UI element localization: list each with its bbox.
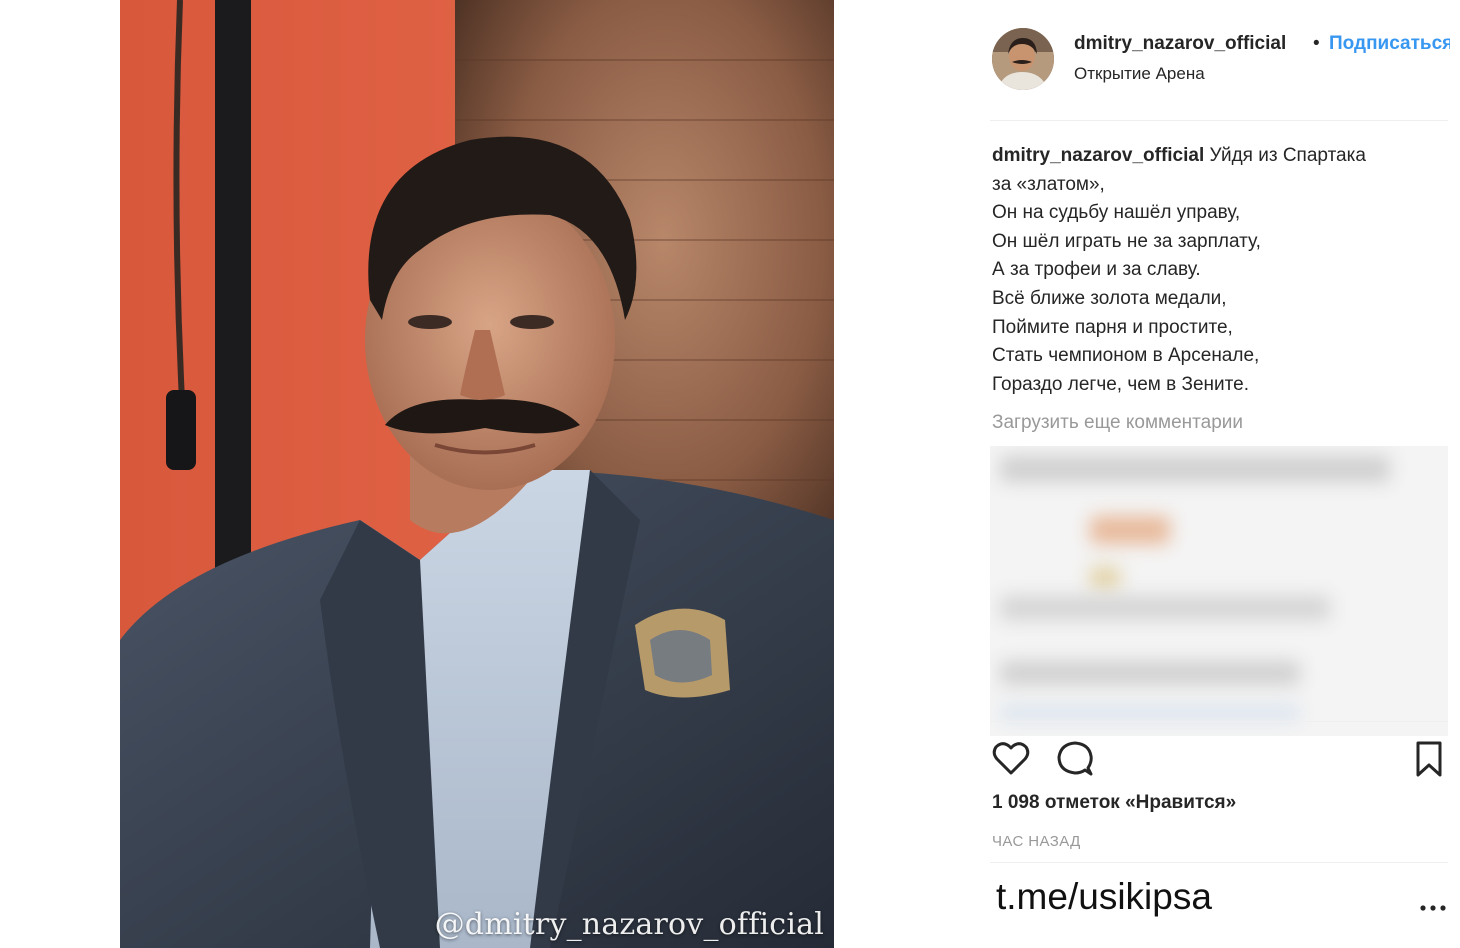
caption-line: Всё ближе золота медали, [992, 287, 1227, 309]
caption-line: Стать чемпионом в Арсенале, [992, 345, 1260, 367]
post-timestamp[interactable]: ЧАС НАЗАД [992, 833, 1081, 850]
bookmark-icon[interactable] [1408, 738, 1450, 780]
avatar-image [992, 28, 1054, 90]
more-dots-icon[interactable] [1418, 890, 1448, 920]
post-sidebar: dmitry_nazarov_official • Подписаться От… [990, 0, 1450, 948]
heart-icon[interactable] [990, 738, 1032, 780]
follow-button[interactable]: Подписаться [1329, 33, 1450, 55]
caption-line: Гораздо легче, чем в Зените. [992, 373, 1250, 395]
instagram-post-page: @dmitry_nazarov_official dmitry_nazarov_… [0, 0, 1460, 948]
caption-line: Уйдя из Спартака [1209, 145, 1366, 166]
post-location-link[interactable]: Открытие Арена [1074, 64, 1205, 84]
caption-line: Поймите парня и простите, [992, 316, 1233, 338]
footer-divider [990, 862, 1448, 863]
likes-count[interactable]: 1 098 отметок «Нравится» [992, 792, 1236, 814]
comment-icon[interactable] [1054, 738, 1096, 780]
footer-link-text: t.me/usikipsa [996, 876, 1212, 917]
post-actions [990, 738, 1448, 782]
header-divider [990, 120, 1448, 121]
photo-watermark: @dmitry_nazarov_official [434, 907, 824, 942]
caption-line: Он шёл играть не за зарплату, [992, 230, 1261, 252]
post-caption: dmitry_nazarov_official Уйдя из Спартака… [992, 142, 1432, 399]
caption-line: за «златом», [992, 173, 1105, 195]
post-photo[interactable]: @dmitry_nazarov_official [120, 0, 834, 948]
caption-line: Он на судьбу нашёл управу, [992, 202, 1241, 224]
load-more-comments-link[interactable]: Загрузить еще комментарии [992, 412, 1243, 434]
comments-divider [990, 721, 1448, 722]
post-username-link[interactable]: dmitry_nazarov_official [1074, 33, 1286, 55]
blurred-comments-area [990, 446, 1448, 736]
portrait-image [120, 0, 834, 948]
avatar[interactable] [992, 28, 1054, 90]
header-separator: • [1313, 33, 1320, 54]
post-header: dmitry_nazarov_official • Подписаться От… [990, 26, 1450, 96]
caption-username-link[interactable]: dmitry_nazarov_official [992, 145, 1204, 166]
caption-line: А за трофеи и за славу. [992, 259, 1201, 281]
